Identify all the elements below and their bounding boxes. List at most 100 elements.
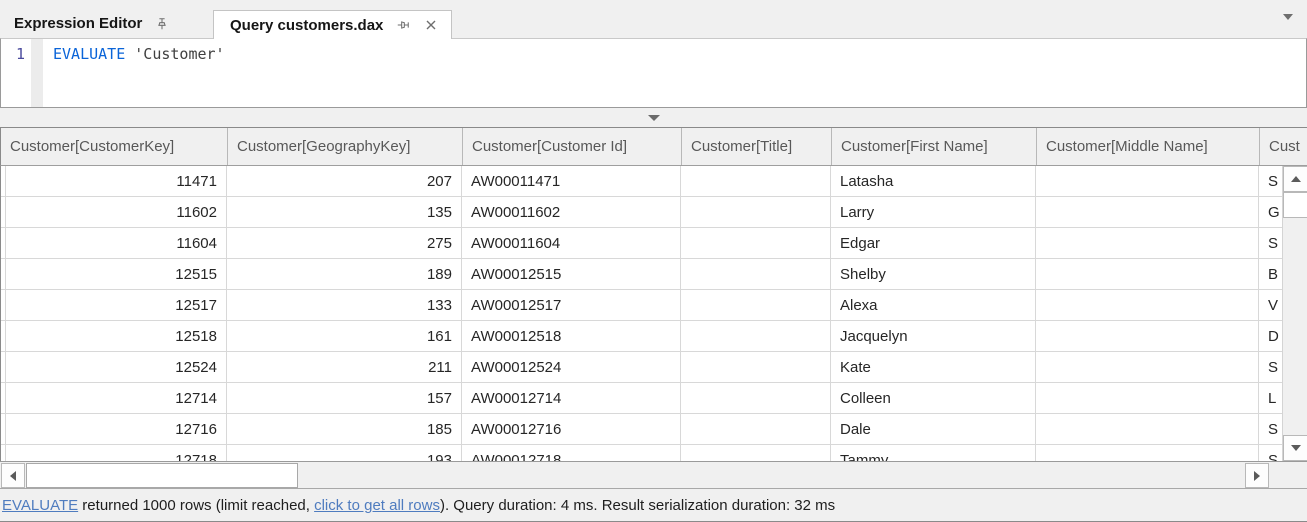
table-cell[interactable]: 207 bbox=[227, 166, 462, 196]
table-cell[interactable]: Tammy bbox=[831, 445, 1036, 461]
table-cell[interactable]: 12718 bbox=[6, 445, 227, 461]
table-cell[interactable]: Shelby bbox=[831, 259, 1036, 289]
table-cell[interactable]: 11471 bbox=[6, 166, 227, 196]
table-cell[interactable] bbox=[1036, 383, 1259, 413]
close-icon[interactable] bbox=[423, 17, 439, 33]
results-grid: Customer[CustomerKey]Customer[GeographyK… bbox=[0, 127, 1307, 461]
table-row[interactable]: 11471207AW00011471LatashaS bbox=[1, 166, 1307, 197]
scroll-left-button[interactable] bbox=[1, 463, 25, 488]
table-cell[interactable] bbox=[1036, 290, 1259, 320]
table-cell[interactable]: AW00011471 bbox=[462, 166, 681, 196]
table-row[interactable]: 12524211AW00012524KateS bbox=[1, 352, 1307, 383]
table-cell[interactable]: 135 bbox=[227, 197, 462, 227]
table-cell[interactable]: AW00011602 bbox=[462, 197, 681, 227]
column-header[interactable]: Customer[GeographyKey] bbox=[228, 128, 463, 165]
table-cell[interactable]: AW00012517 bbox=[462, 290, 681, 320]
table-cell[interactable]: 12518 bbox=[6, 321, 227, 351]
table-cell[interactable] bbox=[681, 259, 831, 289]
table-cell[interactable] bbox=[1036, 352, 1259, 382]
table-row[interactable]: 12714157AW00012714ColleenL bbox=[1, 383, 1307, 414]
table-cell[interactable] bbox=[681, 321, 831, 351]
table-cell[interactable] bbox=[1036, 445, 1259, 461]
table-cell[interactable]: Jacquelyn bbox=[831, 321, 1036, 351]
table-row[interactable]: 12518161AW00012518JacquelynD bbox=[1, 321, 1307, 352]
gutter-strip bbox=[31, 39, 43, 107]
table-cell[interactable]: 189 bbox=[227, 259, 462, 289]
column-header[interactable]: Customer[Title] bbox=[682, 128, 832, 165]
table-cell[interactable]: 11604 bbox=[6, 228, 227, 258]
horizontal-scrollbar-thumb[interactable] bbox=[26, 463, 298, 488]
table-row[interactable]: 12718193AW00012718TammyS bbox=[1, 445, 1307, 461]
table-cell[interactable]: Larry bbox=[831, 197, 1036, 227]
table-cell[interactable]: 185 bbox=[227, 414, 462, 444]
table-cell[interactable] bbox=[1036, 414, 1259, 444]
table-cell[interactable]: AW00012515 bbox=[462, 259, 681, 289]
table-cell[interactable]: Dale bbox=[831, 414, 1036, 444]
table-cell[interactable]: Latasha bbox=[831, 166, 1036, 196]
table-cell[interactable] bbox=[681, 445, 831, 461]
column-header[interactable]: Customer[Middle Name] bbox=[1037, 128, 1260, 165]
table-cell[interactable]: AW00012524 bbox=[462, 352, 681, 382]
table-cell[interactable]: AW00012716 bbox=[462, 414, 681, 444]
table-row[interactable]: 12517133AW00012517AlexaV bbox=[1, 290, 1307, 321]
table-cell[interactable] bbox=[681, 166, 831, 196]
scroll-right-button[interactable] bbox=[1245, 463, 1269, 488]
pin-icon[interactable] bbox=[154, 16, 170, 32]
status-text: returned 1000 rows (limit reached, bbox=[78, 497, 314, 514]
table-cell[interactable] bbox=[1036, 197, 1259, 227]
table-cell[interactable]: 11602 bbox=[6, 197, 227, 227]
horizontal-scrollbar[interactable] bbox=[0, 461, 1307, 488]
table-cell[interactable] bbox=[1036, 259, 1259, 289]
table-cell[interactable] bbox=[681, 352, 831, 382]
tab-expression-editor[interactable]: Expression Editor bbox=[0, 9, 213, 38]
collapse-arrow-icon[interactable] bbox=[648, 115, 660, 121]
scroll-down-button[interactable] bbox=[1283, 435, 1307, 461]
table-row[interactable]: 11602135AW00011602LarryG bbox=[1, 197, 1307, 228]
table-cell[interactable]: 12524 bbox=[6, 352, 227, 382]
pin-icon[interactable] bbox=[395, 17, 411, 33]
table-cell[interactable]: AW00011604 bbox=[462, 228, 681, 258]
table-row[interactable]: 11604275AW00011604EdgarS bbox=[1, 228, 1307, 259]
table-cell[interactable]: AW00012718 bbox=[462, 445, 681, 461]
column-header[interactable]: Customer[CustomerKey] bbox=[1, 128, 228, 165]
table-cell[interactable]: 211 bbox=[227, 352, 462, 382]
code-area[interactable]: EVALUATE 'Customer' bbox=[43, 39, 1306, 107]
table-cell[interactable]: 12716 bbox=[6, 414, 227, 444]
get-all-rows-link[interactable]: click to get all rows bbox=[314, 497, 440, 514]
table-cell[interactable]: 161 bbox=[227, 321, 462, 351]
evaluate-link[interactable]: EVALUATE bbox=[2, 497, 78, 514]
table-cell[interactable] bbox=[1036, 228, 1259, 258]
table-cell[interactable]: AW00012714 bbox=[462, 383, 681, 413]
table-row[interactable]: 12515189AW00012515ShelbyB bbox=[1, 259, 1307, 290]
table-cell[interactable] bbox=[681, 197, 831, 227]
table-cell[interactable] bbox=[1036, 321, 1259, 351]
tab-query-customers-dax[interactable]: Query customers.dax bbox=[213, 10, 452, 39]
table-cell[interactable] bbox=[681, 414, 831, 444]
table-cell[interactable]: Edgar bbox=[831, 228, 1036, 258]
table-cell[interactable]: Colleen bbox=[831, 383, 1036, 413]
scroll-up-button[interactable] bbox=[1283, 166, 1307, 192]
table-row[interactable]: 12716185AW00012716DaleS bbox=[1, 414, 1307, 445]
table-cell[interactable]: 193 bbox=[227, 445, 462, 461]
table-cell[interactable] bbox=[681, 228, 831, 258]
vertical-scrollbar-thumb[interactable] bbox=[1283, 192, 1307, 218]
table-cell[interactable]: 12714 bbox=[6, 383, 227, 413]
tab-list-dropdown-icon[interactable] bbox=[1283, 14, 1293, 20]
column-header[interactable]: Customer[Customer Id] bbox=[463, 128, 682, 165]
table-cell[interactable]: 157 bbox=[227, 383, 462, 413]
table-cell[interactable]: 133 bbox=[227, 290, 462, 320]
table-cell[interactable]: AW00012518 bbox=[462, 321, 681, 351]
arrow-left-icon bbox=[10, 471, 16, 481]
table-cell[interactable] bbox=[1036, 166, 1259, 196]
vertical-scrollbar[interactable] bbox=[1282, 166, 1307, 461]
column-header[interactable]: Customer[First Name] bbox=[832, 128, 1037, 165]
table-cell[interactable] bbox=[681, 290, 831, 320]
column-header[interactable]: Cust bbox=[1260, 128, 1307, 165]
table-cell[interactable]: 12515 bbox=[6, 259, 227, 289]
table-cell[interactable]: Kate bbox=[831, 352, 1036, 382]
table-cell[interactable]: 275 bbox=[227, 228, 462, 258]
table-cell[interactable]: Alexa bbox=[831, 290, 1036, 320]
splitter-handle[interactable] bbox=[0, 108, 1307, 127]
table-cell[interactable] bbox=[681, 383, 831, 413]
table-cell[interactable]: 12517 bbox=[6, 290, 227, 320]
